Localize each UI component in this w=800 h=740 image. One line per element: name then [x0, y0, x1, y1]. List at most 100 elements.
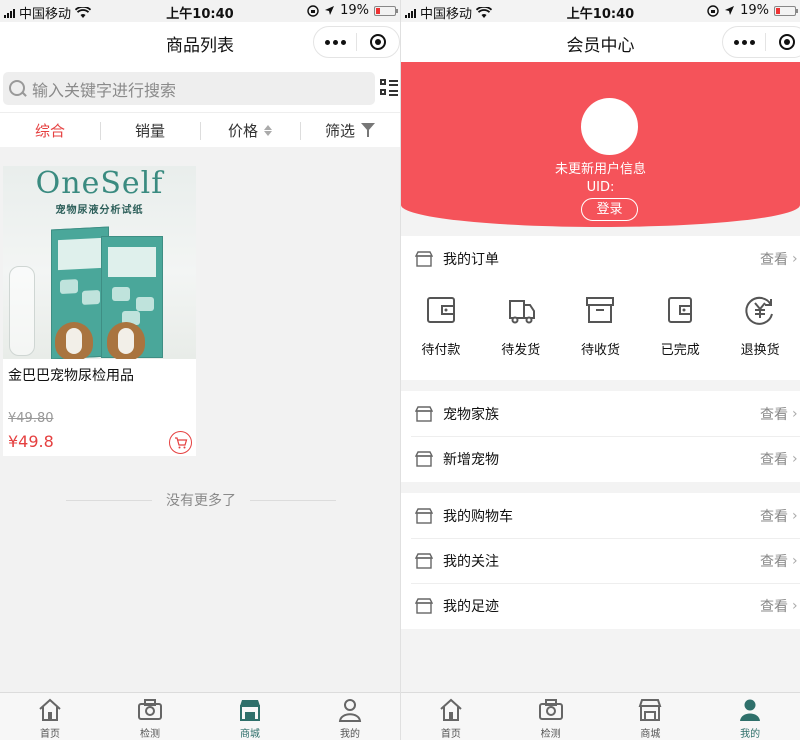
cart-row[interactable]: 我的购物车 查看 › [401, 493, 800, 538]
member-center-screen: 中国移动 上午10:40 19% 会员中心 未更新用户信息 UID: 登录 我的… [401, 0, 800, 740]
order-pending-receipt[interactable]: 待收货 [561, 293, 641, 358]
shopping-section: 我的购物车 查看 › 我的关注 查看 › 我的足迹 查看 › [401, 493, 800, 629]
product-image-brand: OneSelf [35, 166, 164, 201]
sort-tab-comprehensive[interactable]: 综合 [0, 120, 100, 141]
refund-icon [745, 296, 774, 325]
chevron-right-icon: › [792, 507, 798, 524]
user-uid: UID: [586, 180, 615, 195]
status-bar: 中国移动 上午10:40 19% [401, 0, 800, 22]
layout-toggle-icon[interactable] [380, 79, 398, 97]
tab-bar: 首页 检测 商城 我的 [401, 692, 800, 740]
order-status-list: 待付款 待发货 待收货 已完成 退换货 [401, 281, 800, 381]
rotation-lock-icon [707, 4, 719, 17]
tab-mine[interactable]: 我的 [300, 693, 400, 740]
pet-family-row[interactable]: 宠物家族 查看 › [401, 391, 800, 436]
add-pet-row[interactable]: 新增宠物 查看 › [401, 436, 800, 481]
status-bar: 中国移动 上午10:40 19% [0, 0, 400, 22]
search-icon [9, 79, 27, 98]
more-menu-icon[interactable] [314, 39, 356, 45]
camera-icon [538, 699, 563, 720]
home-icon [39, 698, 61, 721]
user-icon [338, 699, 362, 722]
chevron-right-icon: › [792, 597, 798, 614]
battery-icon [374, 5, 398, 16]
follow-row[interactable]: 我的关注 查看 › [401, 538, 800, 583]
close-miniprogram-icon[interactable] [357, 34, 399, 50]
shop-icon [415, 250, 433, 267]
search-input[interactable]: 输入关键字进行搜索 [3, 72, 375, 105]
navbar: 会员中心 [401, 22, 800, 62]
tab-mine[interactable]: 我的 [700, 693, 800, 740]
chevron-right-icon: › [792, 405, 798, 422]
mini-program-capsule [313, 26, 400, 58]
avatar[interactable] [581, 98, 638, 155]
wallet-icon [426, 297, 455, 323]
user-icon [740, 699, 761, 721]
location-icon [325, 6, 335, 15]
tab-mall[interactable]: 商城 [200, 693, 300, 740]
battery-percent: 19% [340, 3, 369, 18]
shop-icon [415, 552, 433, 569]
order-pending-payment[interactable]: 待付款 [401, 293, 481, 358]
tab-bar: 首页 检测 商城 我的 [0, 692, 400, 740]
store-icon [240, 700, 260, 721]
no-more-text: 没有更多了 [166, 493, 236, 509]
search-placeholder: 输入关键字进行搜索 [32, 80, 177, 100]
tab-mall[interactable]: 商城 [601, 693, 701, 740]
sort-tabs: 综合 销量 价格 筛选 [0, 112, 400, 147]
product-image-subtitle: 宠物尿液分析试纸 [55, 205, 144, 216]
order-completed[interactable]: 已完成 [640, 293, 720, 358]
completed-wallet-icon [668, 297, 693, 323]
sort-tab-price[interactable]: 价格 [200, 120, 300, 141]
location-icon [725, 6, 735, 15]
shop-icon [415, 405, 433, 422]
orders-title: 我的订单 [443, 251, 499, 268]
orders-section: 我的订单 查看 › 待付款 待发货 待收货 已完成 退换货 [401, 236, 800, 380]
orders-view-link[interactable]: 查看 [760, 249, 788, 269]
profile-header: 未更新用户信息 UID: 登录 [401, 62, 800, 227]
camera-icon [138, 699, 162, 720]
shop-icon [415, 597, 433, 614]
battery-percent: 19% [740, 3, 769, 18]
product-card[interactable]: OneSelf 宠物尿液分析试纸 金巴巴宠物尿检用品 ¥49.80 ¥49.8 [3, 166, 196, 456]
search-bar: 输入关键字进行搜索 [0, 62, 400, 112]
add-to-cart-button[interactable] [169, 431, 192, 454]
no-more-divider: 没有更多了 [66, 490, 336, 510]
tab-detect[interactable]: 检测 [501, 693, 601, 740]
tab-detect[interactable]: 检测 [100, 693, 200, 740]
chevron-right-icon: › [792, 552, 798, 569]
user-name: 未更新用户信息 [554, 162, 646, 177]
product-name: 金巴巴宠物尿检用品 [8, 368, 134, 384]
shop-icon [415, 507, 433, 524]
truck-icon [508, 300, 535, 324]
box-icon [586, 297, 615, 323]
chevron-right-icon: › [792, 450, 798, 467]
sort-tab-sales[interactable]: 销量 [100, 120, 200, 141]
shop-icon [415, 450, 433, 467]
sort-tab-filter[interactable]: 筛选 [300, 120, 400, 141]
navbar: 商品列表 [0, 22, 400, 62]
order-refund[interactable]: 退换货 [720, 293, 800, 358]
chevron-right-icon: › [792, 250, 798, 267]
rotation-lock-icon [307, 4, 319, 17]
product-original-price: ¥49.80 [8, 411, 54, 426]
tab-home[interactable]: 首页 [0, 693, 100, 740]
more-menu-icon[interactable] [723, 39, 765, 45]
pet-section: 宠物家族 查看 › 新增宠物 查看 › [401, 391, 800, 482]
mini-program-capsule [722, 26, 800, 58]
history-row[interactable]: 我的足迹 查看 › [401, 583, 800, 628]
sort-arrows-icon [264, 124, 272, 136]
tab-home[interactable]: 首页 [401, 693, 501, 740]
battery-icon [774, 5, 798, 16]
close-miniprogram-icon[interactable] [766, 34, 800, 50]
product-price: ¥49.8 [8, 432, 54, 451]
store-icon [638, 699, 662, 721]
product-list-screen: 中国移动 上午10:40 19% 商品列表 输入关键字进行搜索 综合 销量 价格… [0, 0, 400, 740]
cart-icon [174, 436, 187, 448]
order-pending-shipment[interactable]: 待发货 [481, 293, 561, 358]
filter-icon [361, 123, 375, 137]
orders-row[interactable]: 我的订单 查看 › [401, 236, 800, 281]
home-icon [440, 698, 462, 721]
product-image: OneSelf 宠物尿液分析试纸 [3, 166, 196, 359]
login-button[interactable]: 登录 [581, 198, 638, 221]
